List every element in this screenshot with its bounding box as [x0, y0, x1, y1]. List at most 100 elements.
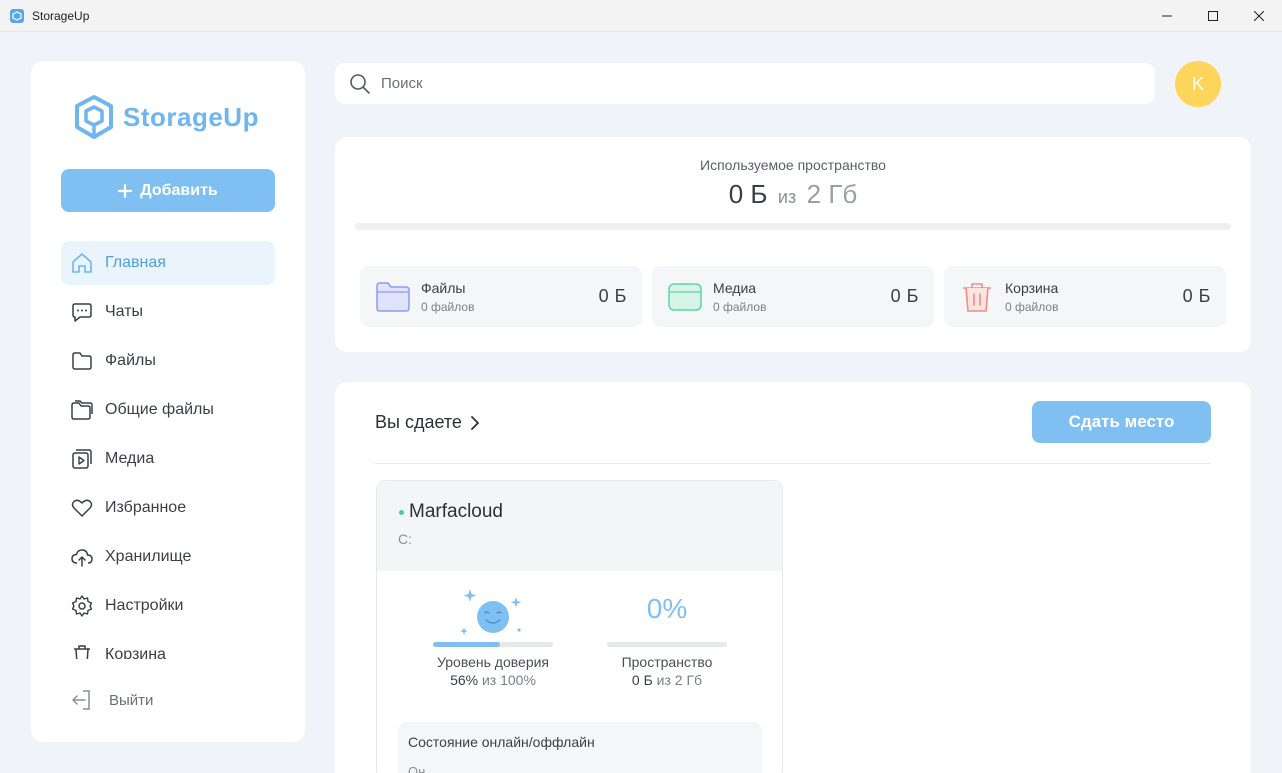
sidebar-item-settings[interactable]: Настройки: [61, 584, 275, 628]
avatar-letter: K: [1191, 73, 1204, 94]
trust-metric: Уровень доверия 56% из 100%: [418, 587, 568, 688]
sidebar-item-label: Корзина: [105, 646, 166, 659]
sidebar-nav: Главная Чаты Файлы Общие файлы Медиа Изб…: [61, 241, 275, 659]
category-files[interactable]: Файлы 0 файлов 0 Б: [360, 266, 642, 327]
sidebar-item-label: Общие файлы: [105, 401, 214, 418]
storage-drive: C:: [398, 531, 412, 547]
add-button-label: Добавить: [140, 181, 218, 199]
usage-card: Используемое пространство 0 Б из 2 Гб Фа…: [335, 137, 1251, 352]
sidebar-item-label: Файлы: [105, 352, 156, 369]
logout-label: Выйти: [109, 691, 154, 709]
sidebar-item-files[interactable]: Файлы: [61, 339, 275, 383]
trust-progress-bar: [433, 642, 553, 647]
space-of: из 2 Гб: [656, 672, 703, 688]
sidebar-item-label: Главная: [105, 254, 166, 271]
media-icon: [70, 447, 94, 471]
category-size: 0 Б: [598, 286, 627, 306]
window-controls: [1144, 0, 1282, 32]
sidebar-item-shared-files[interactable]: Общие файлы: [61, 388, 275, 432]
usage-value: 0 Б из 2 Гб: [335, 179, 1251, 210]
lending-title-link[interactable]: Вы сдаете: [375, 412, 480, 433]
title-bar: StorageUp: [0, 0, 1282, 32]
search-input[interactable]: [381, 75, 1121, 92]
sidebar-item-label: Хранилище: [105, 548, 192, 565]
trust-label: Уровень доверия: [436, 654, 550, 670]
storage-header: Marfacloud C:: [377, 481, 782, 571]
trust-of: из 100%: [481, 672, 536, 688]
space-percent: 0%: [646, 593, 688, 624]
space-value: 0 Б: [631, 672, 653, 688]
sidebar-item-label: Избранное: [105, 499, 187, 516]
plus-icon: [118, 183, 133, 198]
app-icon: [10, 8, 24, 23]
sidebar-item-chats[interactable]: Чаты: [61, 290, 275, 334]
trash-icon: [959, 281, 995, 313]
window-title: StorageUp: [32, 8, 90, 23]
logout-button[interactable]: Выйти: [69, 688, 153, 712]
category-count: 0 файлов: [713, 299, 767, 314]
usage-title: Используемое пространство: [700, 157, 886, 173]
folder-icon: [70, 349, 94, 373]
sidebar-item-storage[interactable]: Хранилище: [61, 535, 275, 579]
sidebar-item-label: Медиа: [105, 450, 155, 467]
category-name: Корзина: [1005, 279, 1059, 296]
close-button[interactable]: [1236, 0, 1282, 32]
folder-icon: [375, 281, 411, 313]
heart-icon: [70, 496, 94, 520]
category-trash[interactable]: Корзина 0 файлов 0 Б: [944, 266, 1226, 327]
category-media[interactable]: Медиа 0 файлов 0 Б: [652, 266, 934, 327]
trash-icon: [70, 643, 94, 659]
category-size: 0 Б: [1182, 286, 1211, 306]
status-title: Состояние онлайн/оффлайн: [408, 734, 595, 750]
lending-card: Вы сдаете Сдать место Marfacloud C: Уров…: [335, 382, 1251, 773]
status-subtitle: Он: [408, 764, 426, 773]
sidebar-item-media[interactable]: Медиа: [61, 437, 275, 481]
online-indicator: [399, 510, 404, 515]
space-label: Пространство: [621, 654, 713, 670]
sidebar-item-label: Чаты: [105, 303, 144, 320]
logo-text: StorageUp: [123, 101, 259, 132]
category-count: 0 файлов: [1005, 299, 1059, 314]
shared-folder-icon: [70, 398, 94, 422]
search-icon: [350, 73, 370, 94]
category-name: Файлы: [421, 279, 466, 296]
sidebar-item-trash[interactable]: Корзина: [61, 633, 275, 659]
chat-icon: [70, 300, 94, 324]
category-size: 0 Б: [890, 286, 919, 306]
usage-total: 2 Гб: [806, 179, 858, 209]
divider: [375, 463, 1211, 464]
lending-title: Вы сдаете: [375, 412, 462, 432]
sidebar-item-home[interactable]: Главная: [61, 241, 275, 285]
home-icon: [70, 251, 94, 275]
category-name: Медиа: [713, 279, 757, 296]
storage-card[interactable]: Marfacloud C: Уровень доверия 56% из 100…: [376, 480, 783, 773]
search-bar: [335, 63, 1155, 104]
trust-value: 56%: [450, 672, 479, 688]
minimize-button[interactable]: [1144, 0, 1190, 32]
cloud-upload-icon: [70, 545, 94, 569]
avatar[interactable]: K: [1175, 61, 1221, 107]
logout-icon: [69, 688, 93, 712]
category-count: 0 файлов: [421, 299, 475, 314]
logo-icon: [75, 95, 113, 139]
storage-name: Marfacloud: [409, 501, 503, 522]
smiley-icon: [418, 587, 568, 642]
usage-progress-bar: [355, 223, 1231, 230]
space-value-line: 0 Б из 2 Гб: [592, 672, 742, 688]
space-metric: 0% Пространство 0 Б из 2 Гб: [592, 587, 742, 688]
add-button[interactable]: Добавить: [61, 169, 275, 212]
sidebar: StorageUp Добавить Главная Чаты Файлы Об…: [31, 61, 305, 742]
usage-used: 0 Б: [728, 179, 768, 209]
lend-space-label: Сдать место: [1068, 412, 1175, 431]
media-icon: [667, 281, 703, 313]
maximize-button[interactable]: [1190, 0, 1236, 32]
logo[interactable]: StorageUp: [73, 94, 259, 140]
space-progress-bar: [607, 642, 727, 647]
sidebar-item-label: Настройки: [105, 597, 184, 614]
trust-progress-fill: [433, 642, 501, 647]
lend-space-button[interactable]: Сдать место: [1032, 401, 1211, 443]
trust-value-line: 56% из 100%: [418, 672, 568, 688]
usage-of: из: [777, 187, 797, 207]
sidebar-item-favorites[interactable]: Избранное: [61, 486, 275, 530]
gear-icon: [70, 594, 94, 618]
